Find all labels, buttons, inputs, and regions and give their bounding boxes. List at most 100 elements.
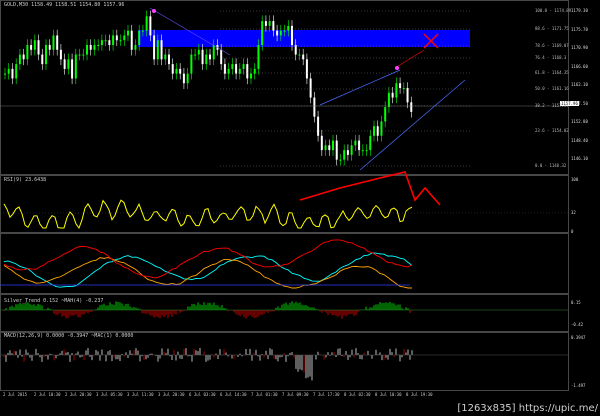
candle-body [291,26,293,45]
price-tick: 1166.60 [571,64,588,69]
candle-body [284,31,286,32]
candle-body [399,83,401,88]
candle-body [198,50,200,55]
fib-level-label: 0.0 - 1148.32 [535,163,566,168]
candle-body [49,45,51,50]
candle-body [134,45,136,50]
candle-body [60,50,62,60]
candle-body [116,35,118,40]
candle-body [369,136,371,150]
candle-body [276,31,278,36]
candle-body [38,40,40,54]
price-tick: 1175.70 [571,27,588,32]
candle-body [343,150,345,160]
signal-line [395,50,424,68]
candle-body [325,145,327,150]
candle-body [52,35,54,49]
price-tick: 1170.90 [571,45,588,50]
watermark: [1263x835] https://upic.me/ [457,403,598,414]
time-tick: 8 Jul 10:30 [375,392,402,397]
candle-body [246,64,248,78]
trading-chart[interactable]: GOLD,M30 1158.49 1158.51 1154.80 1157.96… [0,0,600,416]
time-tick: 7 Jul 17:30 [313,392,340,397]
candle-body [108,40,110,45]
candle-body [380,121,382,135]
oscillator-line [4,240,412,278]
candle-body [254,69,256,74]
candle-body [220,50,222,64]
candle-body [149,16,151,35]
candle-body [339,160,341,161]
candle-body [243,64,245,69]
candle-body [123,35,125,40]
high-marker [152,9,156,13]
candle-body [23,55,25,60]
candle-body [250,74,252,79]
candle-body [410,102,412,112]
rsi-line [4,200,412,228]
candle-body [4,74,6,75]
candle-body [336,141,338,160]
candle-body [362,150,364,151]
time-tick: 8 Jul 19:30 [406,392,433,397]
rsi-level-bottom: 0 [571,229,573,234]
candle-body [351,145,353,155]
candle-body [310,78,312,97]
time-tick: 2 Jul 10:30 [34,392,61,397]
panel-frame [1,176,569,233]
candle-body [26,45,28,59]
candle-body [295,45,297,55]
candle-body [332,141,334,151]
time-tick: 3 Jul 05:30 [96,392,123,397]
candle-body [321,136,323,150]
candle-body [235,64,237,74]
candle-body [347,150,349,155]
candle-body [79,55,81,56]
candle-body [8,69,10,74]
histogram-label: Silver_Trend 0.152 ~MAH(4) -0.237 [4,298,103,304]
candle-body [388,93,390,107]
fib-level-label: 88.6 - 1171.75 [535,26,569,31]
time-tick: 3 Jul 20:30 [158,392,185,397]
candle-body [183,74,185,84]
chart-header: GOLD,M30 1158.49 1158.51 1154.80 1157.96 [4,2,124,8]
candle-body [261,21,263,45]
candle-body [64,59,66,69]
candle-body [127,31,129,36]
candle-body [75,55,77,79]
histogram-level-top: 0.15 [571,300,581,305]
time-tick: 3 Jul 11:30 [127,392,154,397]
candle-body [120,40,122,41]
candle-body [112,35,114,45]
candle-body [202,50,204,64]
resistance-zone [138,30,470,47]
time-tick: 2 Jul 20:30 [65,392,92,397]
candle-body [407,88,409,102]
candle-body [224,64,226,74]
rsi-level-top: 100 [571,177,578,182]
time-tick: 8 Jul 02:30 [344,392,371,397]
candle-body [354,141,356,146]
rsi-arrow [300,172,440,205]
candle-body [358,141,360,151]
oscillator-line [4,258,412,288]
high-marker [395,66,399,70]
candle-body [11,69,13,79]
candle-body [41,55,43,65]
candle-body [205,55,207,65]
candle-body [213,45,215,59]
time-tick: 2 Jul 2015 [3,392,27,397]
candle-body [239,69,241,74]
candle-body [105,40,107,41]
lower-level-top: 0.3947 [571,335,585,340]
rsi-level-mid: 32 [571,210,576,215]
price-tick: 1179.30 [571,8,588,13]
candle-body [164,55,166,60]
time-tick: 7 Jul 09:30 [282,392,309,397]
candle-body [86,45,88,55]
candle-body [366,150,368,151]
candle-body [71,59,73,78]
candle-body [187,74,189,84]
candle-body [90,45,92,50]
fib-level-label: 38.2 - 1157.97 [535,103,569,108]
